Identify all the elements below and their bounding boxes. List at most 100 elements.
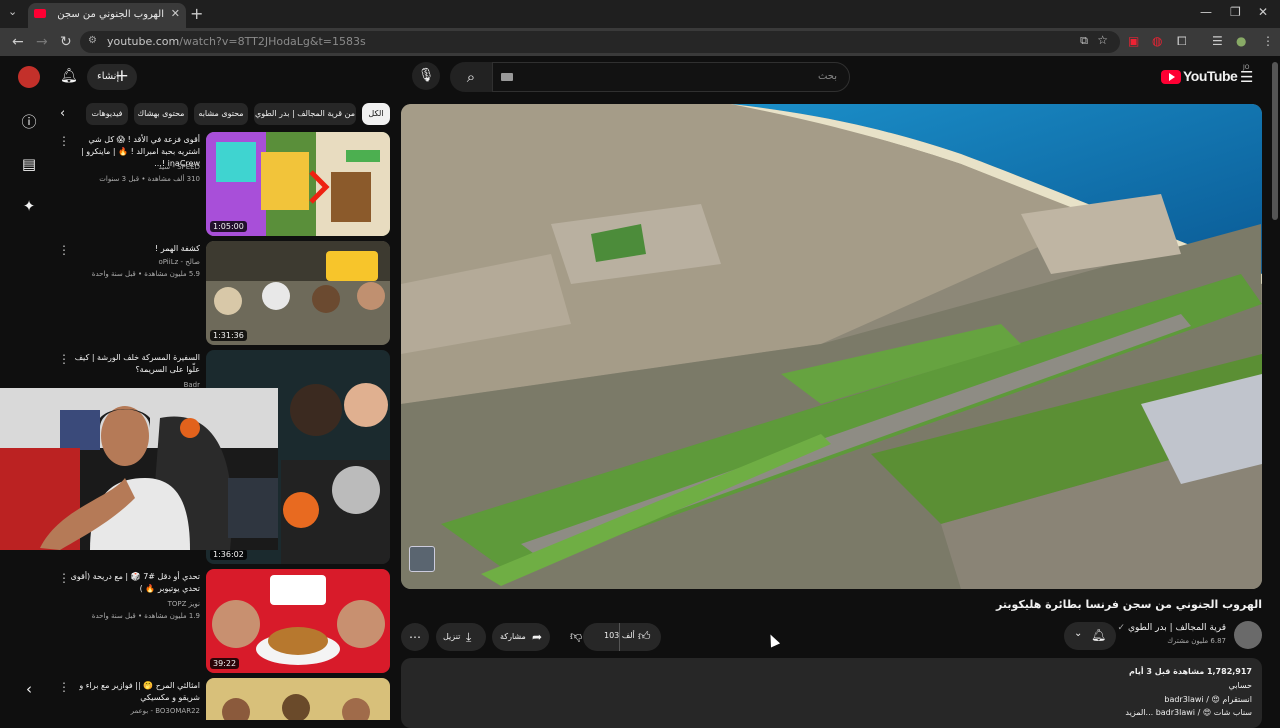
recommendation-item[interactable]: ⋮ 39:22 تحدي أو دقل #7 🎲 | مع دريحة (أقو…	[54, 569, 390, 673]
description-line: حسابي	[1228, 681, 1252, 690]
profile-icon[interactable]: ●	[1236, 34, 1246, 48]
video-title: تحدي أو دقل #7 🎲 | مع دريحة (أقوى تحدي ي…	[70, 572, 200, 593]
reload-icon[interactable]: ↻	[60, 34, 72, 50]
account-avatar[interactable]	[18, 66, 40, 88]
minimize-icon[interactable]: —	[1200, 5, 1212, 19]
keyboard-icon[interactable]	[501, 73, 513, 81]
browser-tab[interactable]: الهروب الجنوني من سجن فرنسا ✕	[28, 3, 186, 28]
new-tab-button[interactable]: +	[190, 4, 203, 23]
notifications-bell-icon[interactable]: 🔔︎	[60, 68, 78, 84]
browser-menu-icon[interactable]: ⋮	[1262, 34, 1274, 48]
extensions-puzzle-icon[interactable]: ⧠	[1177, 34, 1187, 49]
dislike-icon[interactable]: 👎︎	[570, 629, 582, 644]
video-thumbnail[interactable]: 39:22	[206, 569, 390, 673]
video-player[interactable]	[401, 104, 1262, 589]
extension-icon[interactable]: ◍	[1152, 34, 1162, 48]
url-path: /watch?v=8TT2JHodaLg&t=1583s	[179, 35, 366, 48]
logo-text: YouTube	[1183, 68, 1238, 84]
address-bar: ← → ↻ ⚙ youtube.com/watch?v=8TT2JHodaLg&…	[0, 28, 1280, 56]
chevron-down-icon: ⌄	[1074, 628, 1083, 639]
forward-icon[interactable]: →	[36, 34, 48, 50]
like-count[interactable]: 103 ألف	[604, 631, 635, 640]
video-thumbnail[interactable]: 1:31:36	[206, 241, 390, 345]
close-window-icon[interactable]: ✕	[1258, 5, 1268, 19]
channel-name: SPEED - سيد	[158, 163, 200, 171]
share-label: مشاركة	[500, 632, 526, 641]
channel-name-text: قرية المجالف | بدر الطوي	[1127, 623, 1226, 633]
tab-search-icon[interactable]: ⌄	[8, 5, 17, 18]
info-icon[interactable]: ⓘ	[20, 111, 38, 131]
channel-avatar[interactable]	[1234, 621, 1262, 649]
channel-name: BO3OMAR22 - بوعمر	[130, 707, 200, 715]
more-options-icon[interactable]: ⋮	[58, 134, 70, 148]
video-title: كشفة الهمر !	[155, 244, 200, 253]
download-icon: ⤓	[466, 630, 472, 644]
verified-icon: ✓	[1117, 623, 1126, 633]
video-title: السفيرة المسركة خلف الورشة | كيف علّوا ع…	[74, 353, 200, 374]
omnibox[interactable]: ⚙ youtube.com/watch?v=8TT2JHodaLg&t=1583…	[80, 31, 1120, 53]
bell-icon: 🔔︎	[1091, 628, 1107, 642]
back-icon[interactable]: ←	[12, 34, 24, 50]
recommendation-item[interactable]: ⋮ 1:31:36 كشفة الهمر ! صالح - oPiiLz 5.9…	[54, 241, 390, 345]
youtube-play-icon	[1161, 70, 1181, 84]
sparkle-icon[interactable]: ✦	[20, 197, 38, 215]
more-options-icon[interactable]: ⋮	[58, 352, 70, 366]
chip[interactable]: من قرية المجالف | بدر الطوي	[254, 103, 356, 125]
more-options-icon[interactable]: ⋮	[58, 243, 70, 257]
search-input[interactable]: بحث	[492, 62, 850, 92]
views-and-date: 1,782,917 مشاهدة قبل 3 أيام	[1128, 667, 1252, 676]
download-label: تنزيل	[443, 632, 461, 641]
subscribe-bell-button[interactable]: ⌄ 🔔︎	[1064, 622, 1116, 650]
chip[interactable]: محتوى بهشاك	[134, 103, 188, 125]
create-button[interactable]: إنشاء +	[87, 64, 137, 90]
media-controls-icon[interactable]: ☰	[1212, 34, 1223, 48]
more-options-icon[interactable]: ⋮	[58, 571, 70, 585]
description-link[interactable]: انستقرام 😍 / badr3lawi	[1164, 695, 1252, 704]
cast-icon[interactable]: ⧉	[1080, 34, 1088, 48]
related-chips: ‹ فيديوهات محتوى بهشاك محتوى مشابه من قر…	[60, 103, 390, 127]
tab-close-icon[interactable]: ✕	[171, 7, 180, 20]
more-actions-icon[interactable]: ⋯	[401, 623, 429, 651]
maximize-icon[interactable]: ❐	[1230, 5, 1241, 19]
recommendation-item[interactable]: ⋮ امثالثي المرح 🤭 || فوازير مع براء و شر…	[54, 678, 390, 720]
chip[interactable]: فيديوهات	[86, 103, 128, 125]
subscriber-count: 6.87 مليون مشترك	[1167, 637, 1226, 645]
url-text[interactable]: youtube.com/watch?v=8TT2JHodaLg&t=1583s	[107, 35, 366, 48]
youtube-favicon-icon	[34, 9, 46, 18]
site-info-icon[interactable]: ⚙	[88, 35, 97, 46]
voice-search-icon[interactable]: 🎙︎	[412, 62, 440, 90]
mouse-cursor-icon	[765, 632, 781, 648]
more-options-icon[interactable]: ⋮	[58, 680, 70, 694]
bookmark-star-icon[interactable]: ☆	[1097, 33, 1108, 47]
plus-icon: +	[114, 66, 129, 86]
recommendation-item[interactable]: ⋮ 1:05:00 أقوى فزعة في الأقد ! 😱 كل شي ا…	[54, 132, 390, 236]
chip-all[interactable]: الكل	[362, 103, 390, 125]
chip[interactable]: محتوى مشابه	[194, 103, 248, 125]
duration-badge: 39:22	[210, 658, 240, 669]
channel-watermark[interactable]	[409, 546, 435, 572]
chat-icon[interactable]: ▤	[20, 155, 38, 173]
video-title-main: الهروب الجنوني من سجن فرنسا بطائرة هليكو…	[995, 598, 1262, 611]
video-meta: 5.9 مليون مشاهدة • قبل سنة واحدة	[91, 270, 200, 278]
duration-badge: 1:05:00	[210, 221, 247, 232]
video-meta: 1.9 مليون مشاهدة • قبل سنة واحدة	[91, 612, 200, 620]
description-link[interactable]: سناب شات 😍 / badr3lawi ...المزيد	[1125, 708, 1252, 717]
channel-name-main[interactable]: قرية المجالف | بدر الطوي ✓	[1118, 623, 1226, 633]
download-button[interactable]: تنزيل ⤓	[436, 623, 486, 651]
chips-prev-icon[interactable]: ‹	[60, 106, 65, 121]
channel-name: صالح - oPiiLz	[158, 258, 200, 266]
video-thumbnail[interactable]: 1:05:00	[206, 132, 390, 236]
guide-menu-icon[interactable]: ☰	[1240, 68, 1253, 86]
share-icon: ➦	[532, 630, 543, 644]
like-icon[interactable]: 👍︎	[638, 629, 651, 644]
collapse-arrow-icon[interactable]: ‹	[20, 680, 38, 698]
description-box[interactable]: 1,782,917 مشاهدة قبل 3 أيام حسابي انستقر…	[401, 658, 1262, 728]
browser-tab-bar: ⌄ الهروب الجنوني من سجن فرنسا ✕ + — ❐ ✕	[0, 0, 1280, 28]
search-icon[interactable]: ⌕	[450, 62, 492, 92]
extension-icon[interactable]: ▣	[1128, 34, 1139, 48]
page-scrollbar[interactable]	[1272, 62, 1278, 220]
share-button[interactable]: مشاركة ➦	[492, 623, 550, 651]
webcam-overlay	[0, 388, 278, 550]
video-thumbnail[interactable]	[206, 678, 390, 720]
youtube-header: 🔔︎ إنشاء + 🎙︎ ⌕ بحث YouTube JO ☰	[0, 56, 1280, 100]
